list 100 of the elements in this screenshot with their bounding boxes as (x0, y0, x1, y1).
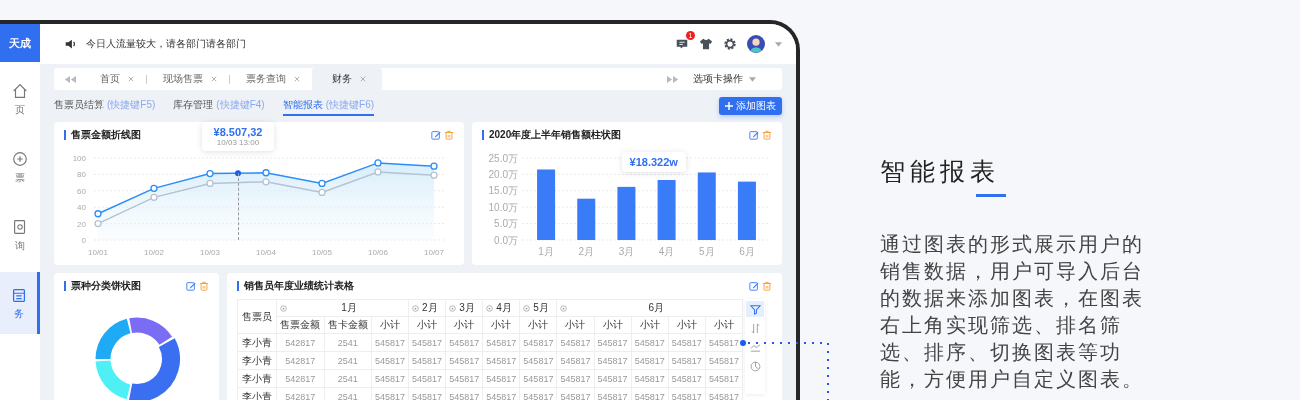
column-header: 售票员 (237, 299, 277, 334)
circle-icon (11, 149, 29, 168)
trash-icon[interactable] (762, 130, 772, 140)
table-cell: 545817 (631, 351, 669, 370)
shirt-icon[interactable] (699, 37, 713, 51)
tab[interactable]: 现场售票 (147, 68, 229, 90)
column-header: 小计 (482, 316, 520, 334)
axis-label: 6月 (739, 246, 755, 257)
trash-icon[interactable] (199, 281, 209, 291)
axis-label: 20.0万 (488, 168, 518, 180)
table-cell: 545817 (519, 333, 557, 352)
table-cell: 542817 (276, 351, 325, 370)
guide-line (238, 173, 239, 240)
table-cell: 542817 (276, 369, 325, 388)
table-cell: 李小青 (237, 351, 277, 370)
column-header: 6月 (648, 301, 664, 315)
edit-icon[interactable] (431, 130, 441, 140)
axis-label: 100 (72, 154, 86, 163)
axis-label: 10/03 (200, 248, 220, 257)
table-cell: 545817 (482, 333, 520, 352)
card-title: 销售员年度业绩统计表格 (237, 281, 354, 291)
logo: 天成 (0, 24, 40, 62)
axis-label: 10/05 (312, 248, 332, 257)
table-cell: 李小青 (237, 333, 277, 352)
edit-icon[interactable] (749, 130, 759, 140)
close-icon[interactable] (211, 76, 217, 82)
axis-label: 2月 (578, 246, 595, 257)
table-cell: 545817 (519, 369, 557, 388)
close-icon[interactable] (360, 76, 366, 82)
column-header: 小计 (371, 316, 409, 334)
tooltip-time: 10/03 13:00 (216, 138, 260, 147)
axis-label: 3月 (618, 246, 635, 257)
table-cell: 545817 (594, 351, 632, 370)
column-header: 售卡金额 (324, 316, 372, 334)
table-cell: 545817 (408, 351, 446, 370)
axis-label: 80 (77, 170, 86, 180)
circle-dot-icon[interactable] (486, 304, 494, 312)
axis-label: 0.0万 (494, 234, 518, 246)
sort-icon (749, 322, 761, 334)
sidebar-item[interactable]: 询 (0, 204, 40, 266)
sidebar-item[interactable]: 票 (0, 136, 40, 198)
table-cell: 545817 (371, 333, 409, 352)
filter-button[interactable] (746, 301, 764, 317)
axis-label: 4月 (658, 246, 675, 257)
column-header: 小计 (556, 316, 595, 334)
axis-label: 1月 (538, 246, 554, 257)
table-cell: 李小青 (237, 369, 277, 388)
tab[interactable]: 票务查询 (230, 68, 312, 90)
sub-tab[interactable]: 售票员结算 (快捷键F5) (54, 96, 156, 116)
table-cell: 545817 (556, 351, 595, 370)
sub-tab[interactable]: 智能报表 (快捷键F6) (282, 96, 375, 116)
table-cell: 542817 (276, 333, 325, 352)
circle-dot-icon[interactable] (560, 304, 568, 312)
tab[interactable]: 财务 (312, 68, 382, 90)
table-cell: 545817 (705, 369, 743, 388)
close-icon[interactable] (294, 76, 300, 82)
picture-highlight-point (235, 170, 241, 177)
pie-chart-icon (749, 360, 761, 372)
tab-options-menu[interactable]: 选项卡操作 (693, 72, 743, 86)
column-header: 5月 (533, 301, 549, 315)
table-cell: 545817 (631, 369, 669, 388)
axis-label: 0 (81, 236, 86, 245)
table-cell: 545817 (594, 369, 632, 388)
tooltip-value: ¥8.507,32 (213, 126, 263, 138)
avatar[interactable] (747, 35, 765, 53)
column-header: 小计 (408, 316, 446, 334)
sub-tab[interactable]: 库存管理 (快捷键F4) (173, 96, 265, 116)
notice-text: 今日人流量较大，请各部门请各部门 (86, 37, 246, 51)
caret-icon[interactable] (749, 76, 756, 82)
circle-dot-icon[interactable] (280, 304, 288, 312)
edit-icon[interactable] (186, 281, 196, 291)
trash-icon[interactable] (444, 130, 454, 140)
table-cell: 2541 (324, 351, 372, 370)
tab[interactable]: 首页 (84, 68, 146, 90)
axis-label: 5月 (698, 246, 715, 257)
close-icon[interactable] (128, 76, 134, 82)
column-header: 售票金额 (276, 316, 325, 334)
table-cell: 545817 (482, 369, 520, 388)
column-header: 3月 (459, 301, 475, 315)
table-cell: 545817 (371, 351, 409, 370)
circle-dot-icon[interactable] (523, 304, 531, 312)
axis-label: 10/04 (256, 248, 276, 257)
column-header: 小计 (445, 316, 483, 334)
table-cell: 545817 (668, 351, 706, 370)
table-cell: 545817 (371, 369, 409, 388)
settings-icon[interactable] (723, 37, 737, 51)
double-arrow-right-icon[interactable] (667, 75, 679, 83)
caret-icon[interactable] (775, 41, 782, 47)
table-cell: 545817 (408, 333, 446, 352)
circle-dot-icon[interactable] (449, 304, 457, 312)
sidebar-item[interactable]: 务 (0, 272, 40, 334)
message-icon[interactable] (675, 37, 689, 51)
column-header: 小计 (594, 316, 632, 334)
sidebar-item[interactable]: 页 (0, 68, 40, 130)
table-cell: 545817 (556, 369, 595, 388)
double-arrow-left-icon[interactable] (64, 75, 76, 83)
trash-icon[interactable] (762, 281, 772, 291)
add-chart-button[interactable]: 添加图表 (719, 97, 782, 115)
circle-dot-icon[interactable] (412, 304, 420, 312)
edit-icon[interactable] (749, 281, 759, 291)
